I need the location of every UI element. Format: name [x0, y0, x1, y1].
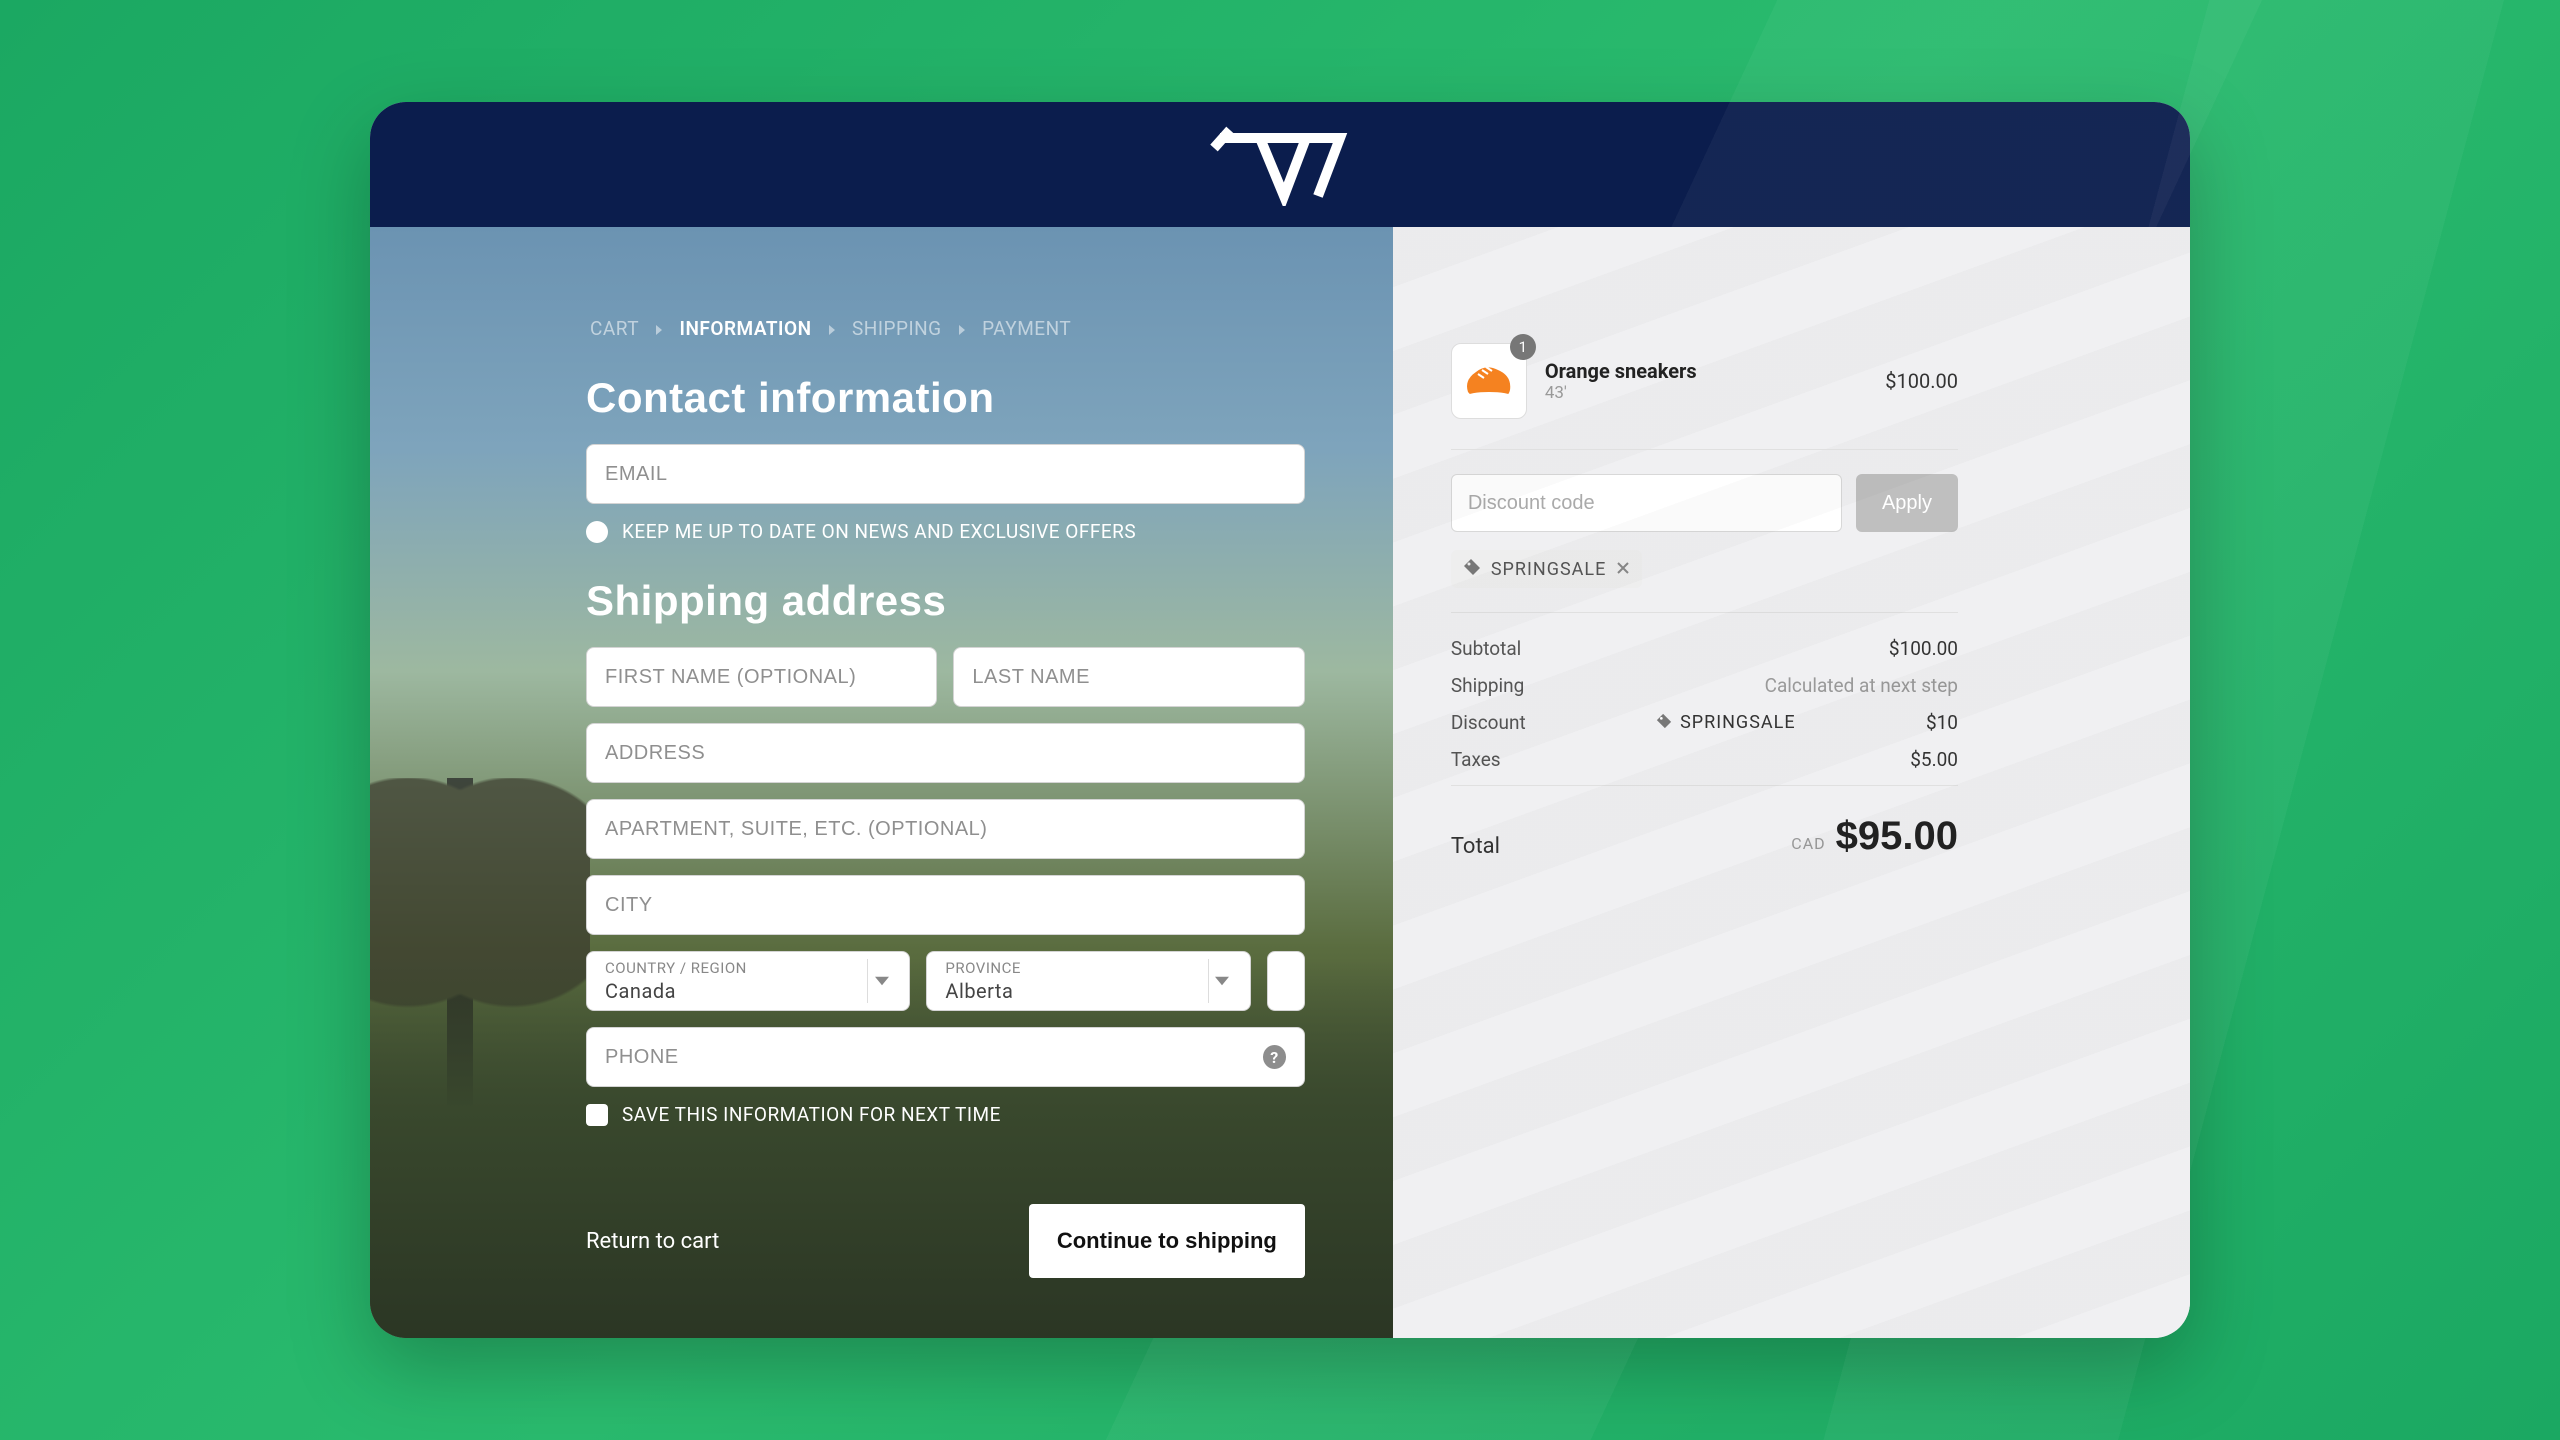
contact-section-title: Contact information — [586, 374, 1305, 422]
save-info-checkbox-row[interactable]: SAVE THIS INFORMATION FOR NEXT TIME — [586, 1103, 1305, 1126]
shipping-section-title: Shipping address — [586, 577, 1305, 625]
tag-icon — [1656, 711, 1672, 734]
product-name: Orange sneakers — [1545, 359, 1867, 383]
taxes-label: Taxes — [1451, 748, 1501, 771]
address-input[interactable] — [605, 742, 1286, 765]
city-field[interactable] — [586, 875, 1305, 935]
taxes-value: $5.00 — [1910, 748, 1958, 771]
site-header — [370, 102, 2190, 227]
taxes-row: Taxes $5.00 — [1451, 748, 1958, 771]
breadcrumb-information: INFORMATION — [680, 317, 812, 340]
applied-discount-code: SPRINGSALE — [1491, 559, 1607, 580]
help-icon[interactable]: ? — [1263, 1045, 1286, 1069]
country-value: Canada — [605, 979, 747, 1003]
city-input[interactable] — [605, 894, 1286, 917]
chevron-right-icon — [957, 325, 967, 335]
tag-icon — [1463, 558, 1481, 580]
chevron-right-icon — [827, 325, 837, 335]
apartment-input[interactable] — [605, 818, 1286, 841]
first-name-field[interactable] — [586, 647, 937, 707]
brand-logo — [1210, 120, 1350, 210]
discount-code-applied: SPRINGSALE — [1680, 712, 1796, 733]
province-select[interactable]: PROVINCE Alberta — [926, 951, 1250, 1011]
total-label: Total — [1451, 834, 1500, 859]
applied-discount-tag: SPRINGSALE — [1451, 550, 1643, 588]
cart-item: 1 Orange sneakers 43' $100.00 — [1451, 343, 1958, 450]
newsletter-checkbox[interactable] — [586, 521, 608, 543]
breadcrumb-payment: PAYMENT — [982, 317, 1071, 340]
chevron-right-icon — [654, 325, 664, 335]
email-input[interactable] — [605, 463, 1286, 486]
phone-input[interactable] — [605, 1046, 1263, 1069]
chevron-down-icon — [1208, 959, 1236, 1003]
save-info-checkbox[interactable] — [586, 1104, 608, 1126]
subtotal-label: Subtotal — [1451, 637, 1521, 660]
quantity-badge: 1 — [1510, 334, 1536, 360]
newsletter-label: KEEP ME UP TO DATE ON NEWS AND EXCLUSIVE… — [622, 520, 1136, 543]
subtotal-value: $100.00 — [1889, 637, 1958, 660]
postal-code-field[interactable] — [1267, 951, 1305, 1011]
return-to-cart-link[interactable]: Return to cart — [586, 1229, 719, 1254]
breadcrumb-cart[interactable]: CART — [590, 317, 639, 340]
phone-field[interactable]: ? — [586, 1027, 1305, 1087]
remove-discount-icon[interactable] — [1616, 560, 1630, 579]
discount-value: $10 — [1926, 711, 1958, 734]
shipping-value: Calculated at next step — [1765, 674, 1958, 697]
discount-row: Discount SPRINGSALE $10 — [1451, 711, 1958, 734]
discount-code-input[interactable] — [1468, 492, 1825, 515]
breadcrumb: CART INFORMATION SHIPPING PAYMENT — [586, 317, 1305, 340]
apartment-field[interactable] — [586, 799, 1305, 859]
total-row: Total CAD $95.00 — [1451, 785, 1958, 859]
total-value: $95.00 — [1836, 814, 1958, 859]
shipping-label: Shipping — [1451, 674, 1525, 697]
subtotal-row: Subtotal $100.00 — [1451, 637, 1958, 660]
first-name-input[interactable] — [605, 666, 918, 689]
shipping-row: Shipping Calculated at next step — [1451, 674, 1958, 697]
order-summary-panel: 1 Orange sneakers 43' $100.00 Apply SPRI… — [1393, 227, 2190, 1338]
breadcrumb-shipping: SHIPPING — [852, 317, 942, 340]
continue-button[interactable]: Continue to shipping — [1029, 1204, 1305, 1278]
product-price: $100.00 — [1885, 369, 1958, 393]
apply-discount-button[interactable]: Apply — [1856, 474, 1958, 532]
checkout-window: CART INFORMATION SHIPPING PAYMENT Contac… — [370, 102, 2190, 1338]
form-panel: CART INFORMATION SHIPPING PAYMENT Contac… — [370, 227, 1393, 1338]
product-variant: 43' — [1545, 383, 1867, 403]
address-field[interactable] — [586, 723, 1305, 783]
last-name-field[interactable] — [953, 647, 1304, 707]
newsletter-checkbox-row[interactable]: KEEP ME UP TO DATE ON NEWS AND EXCLUSIVE… — [586, 520, 1305, 543]
discount-code-field[interactable] — [1451, 474, 1842, 532]
chevron-down-icon — [867, 959, 895, 1003]
price-summary: Subtotal $100.00 Shipping Calculated at … — [1451, 612, 1958, 859]
country-select[interactable]: COUNTRY / REGION Canada — [586, 951, 910, 1011]
save-info-label: SAVE THIS INFORMATION FOR NEXT TIME — [622, 1103, 1001, 1126]
last-name-input[interactable] — [972, 666, 1285, 689]
product-thumbnail: 1 — [1451, 343, 1527, 419]
province-value: Alberta — [945, 979, 1020, 1003]
checkout-content: CART INFORMATION SHIPPING PAYMENT Contac… — [370, 227, 2190, 1338]
country-label: COUNTRY / REGION — [605, 959, 747, 977]
email-field[interactable] — [586, 444, 1305, 504]
total-currency: CAD — [1791, 834, 1825, 853]
province-label: PROVINCE — [945, 959, 1020, 977]
discount-label: Discount — [1451, 711, 1526, 734]
